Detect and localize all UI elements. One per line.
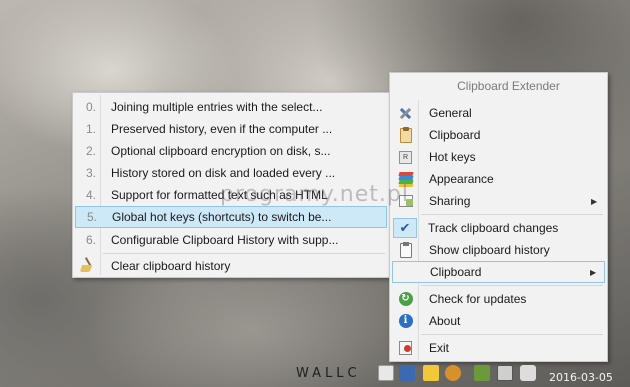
menu-item-label: About <box>429 314 461 328</box>
menu-item-label: General <box>429 106 472 120</box>
menu-item-sharing[interactable]: Sharing ▶ <box>392 190 605 212</box>
menu-item-label: Hot keys <box>429 150 476 164</box>
notepad-tray-icon[interactable] <box>378 365 394 381</box>
submenu-arrow-icon: ▶ <box>591 196 598 206</box>
menu-separator <box>421 285 603 286</box>
menu-item-show-history[interactable]: Show clipboard history <box>392 239 605 261</box>
clipboard-extender-tray-icon[interactable] <box>423 365 439 381</box>
menu-separator <box>421 334 603 335</box>
menu-separator <box>103 253 385 254</box>
menu-item-label: Sharing <box>429 194 471 208</box>
taskbar: WALLC 2016-03-05 <box>0 362 630 387</box>
broom-icon <box>75 257 107 276</box>
history-item-text: Optional clipboard encryption on disk, s… <box>111 144 331 158</box>
clear-history-item[interactable]: Clear clipboard history <box>75 255 387 277</box>
clipboard-outline-icon <box>392 239 418 261</box>
menu-item-about[interactable]: i About <box>392 310 605 332</box>
menu-item-label: Check for updates <box>429 292 527 306</box>
wallpaper-brand-text: WALLC <box>296 366 361 381</box>
network-tray-icon[interactable] <box>399 365 415 381</box>
history-item-0[interactable]: 0. Joining multiple entries with the sel… <box>75 96 387 118</box>
history-item-number: 3. <box>86 166 97 180</box>
history-item-1[interactable]: 1. Preserved history, even if the comput… <box>75 118 387 140</box>
history-item-number: 5. <box>87 210 98 224</box>
history-item-number: 0. <box>86 100 97 114</box>
sync-tray-icon[interactable] <box>474 365 490 381</box>
history-item-text: Global hot keys (shortcuts) to switch be… <box>112 210 332 224</box>
menu-item-label: Clipboard <box>429 128 481 142</box>
watermark-text: programy.net.pl <box>220 182 409 207</box>
menu-item-clipboard-submenu[interactable]: Clipboard ▶ <box>392 261 605 283</box>
menu-item-clipboard[interactable]: Clipboard <box>392 124 605 146</box>
submenu-arrow-icon: ▶ <box>590 267 597 277</box>
history-item-text: Joining multiple entries with the select… <box>111 100 323 114</box>
history-item-text: Preserved history, even if the computer … <box>111 122 333 136</box>
history-item-6[interactable]: 6. Configurable Clipboard History with s… <box>75 229 387 251</box>
menu-item-label: Exit <box>429 341 450 355</box>
menu-item-general[interactable]: General <box>392 102 605 124</box>
history-item-text: History stored on disk and loaded every … <box>111 166 336 180</box>
menu-item-hotkeys[interactable]: R Hot keys <box>392 146 605 168</box>
history-item-number: 6. <box>86 233 97 247</box>
menu-item-label: Track clipboard changes <box>428 221 559 235</box>
history-item-number: 4. <box>86 188 97 202</box>
checkmark-icon: ✔ <box>393 218 417 238</box>
app-tray-icon[interactable] <box>445 365 461 381</box>
history-item-text: Configurable Clipboard History with supp… <box>111 233 339 247</box>
clipboard-extender-menu: Clipboard Extender General Clipboard R H… <box>389 72 608 362</box>
tools-icon <box>392 102 418 124</box>
history-item-number: 1. <box>86 122 97 136</box>
menu-item-label: Appearance <box>429 172 494 186</box>
exit-icon <box>392 337 418 359</box>
volume-tray-icon[interactable] <box>520 365 536 381</box>
taskbar-clock[interactable]: 2016-03-05 <box>549 371 613 384</box>
blank-icon-slot <box>393 261 419 283</box>
refresh-icon: ↻ <box>392 288 418 310</box>
menu-item-label: Clipboard <box>430 265 482 279</box>
keyboard-key-icon: R <box>392 146 418 168</box>
clipboard-icon <box>392 124 418 146</box>
menu-title: Clipboard Extender <box>457 79 560 93</box>
menu-item-appearance[interactable]: Appearance <box>392 168 605 190</box>
menu-item-exit[interactable]: Exit <box>392 337 605 359</box>
menu-separator <box>421 214 603 215</box>
history-item-5[interactable]: 5. Global hot keys (shortcuts) to switch… <box>75 206 387 228</box>
menu-item-track-changes[interactable]: ✔ Track clipboard changes <box>392 217 605 239</box>
menu-item-label: Show clipboard history <box>429 243 550 257</box>
menu-item-check-updates[interactable]: ↻ Check for updates <box>392 288 605 310</box>
history-item-3[interactable]: 3. History stored on disk and loaded eve… <box>75 162 387 184</box>
monitor-tray-icon[interactable] <box>497 365 513 381</box>
clear-history-label: Clear clipboard history <box>111 259 231 273</box>
info-icon: i <box>392 310 418 332</box>
history-item-2[interactable]: 2. Optional clipboard encryption on disk… <box>75 140 387 162</box>
history-item-number: 2. <box>86 144 97 158</box>
